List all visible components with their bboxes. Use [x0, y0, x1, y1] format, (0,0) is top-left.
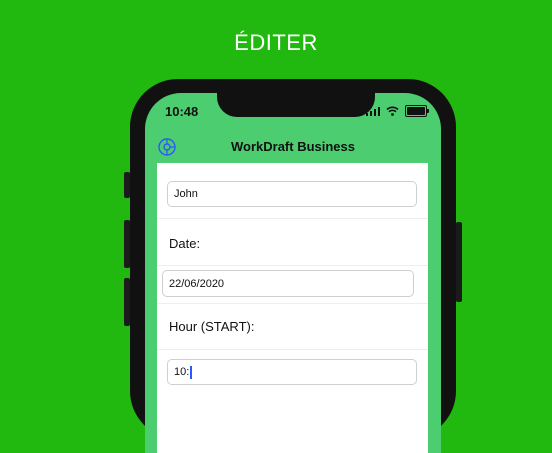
wifi-icon — [386, 106, 399, 116]
nav-bar: WorkDraft Business — [145, 133, 441, 163]
form-content: John Date: 22/06/2020 Hour (START): 10: — [157, 163, 428, 453]
signal-icon — [366, 106, 380, 116]
status-icons — [366, 105, 429, 117]
name-field-value: John — [174, 188, 198, 200]
hour-start-label: Hour (START): — [169, 319, 255, 334]
nav-title: WorkDraft Business — [230, 139, 355, 154]
date-field-value: 22/06/2020 — [169, 277, 225, 290]
date-field[interactable]: 22/06/2020 — [162, 270, 414, 297]
name-field[interactable]: John — [167, 181, 417, 207]
phone-power-button — [456, 222, 462, 302]
battery-icon — [405, 105, 429, 117]
status-time: 10:48 — [165, 104, 199, 119]
text-cursor — [190, 365, 192, 379]
page-headline: ÉDITER — [234, 30, 318, 55]
phone-frame: 10:48 WorkDraft Business John Date: 22/0… — [130, 79, 456, 453]
hour-start-field[interactable]: 10: — [167, 359, 417, 385]
date-label: Date: — [169, 236, 201, 251]
separator — [157, 265, 428, 266]
hour-start-field-value: 10: — [174, 366, 190, 378]
phone-notch — [217, 93, 375, 117]
phone-screen: 10:48 WorkDraft Business John Date: 22/0… — [145, 93, 441, 453]
separator — [157, 218, 428, 219]
separator — [157, 303, 428, 304]
separator — [157, 349, 428, 350]
